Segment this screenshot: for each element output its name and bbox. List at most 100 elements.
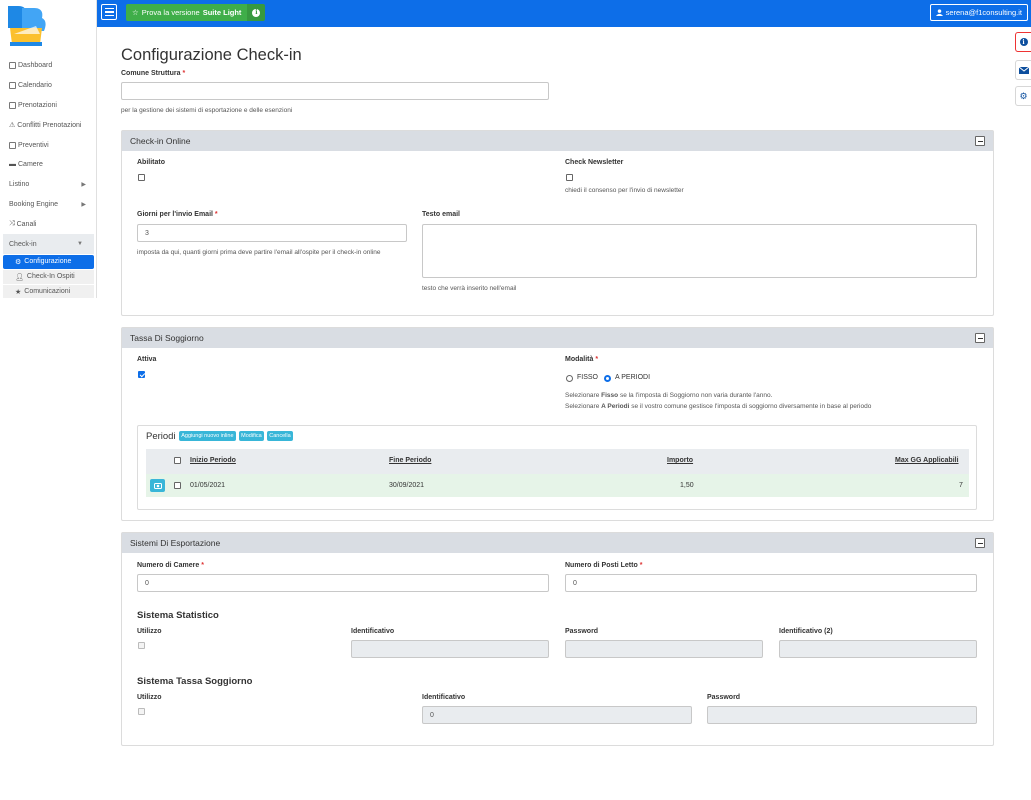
tassa-utilizzo-checkbox[interactable]	[138, 708, 145, 715]
select-all-checkbox[interactable]	[174, 457, 181, 464]
shuffle-icon: ⤨	[9, 220, 15, 228]
delete-button[interactable]: Cancella	[267, 431, 293, 442]
stat-utilizzo-checkbox[interactable]	[138, 642, 145, 649]
trial-text: Prova la versione	[141, 8, 200, 17]
chevron-down-icon: ▼	[77, 241, 83, 248]
page-title: Configurazione Check-in	[121, 46, 302, 64]
dashboard-icon	[9, 62, 16, 70]
sidebar-item-label: Camere	[18, 161, 43, 169]
info-side-button[interactable]: i	[1015, 32, 1031, 52]
stat-password-input[interactable]	[565, 640, 763, 658]
camere-label: Numero di Camere *	[137, 562, 204, 569]
info-icon: i	[1019, 38, 1028, 46]
abilitato-label: Abilitato	[137, 159, 165, 166]
panel-header: Tassa Di Soggiorno	[122, 328, 993, 348]
sidebar-item-label: Check-in	[9, 240, 37, 248]
sidebar-item-camere[interactable]: ▬ Camere	[0, 155, 96, 175]
panel-title: Check-in Online	[130, 136, 191, 146]
top-navbar: ☆ Prova la versione Suite Light i serena…	[97, 0, 1031, 27]
giorni-input[interactable]: 3	[137, 224, 407, 242]
stat-section-title: Sistema Statistico	[137, 610, 219, 621]
giorni-help: imposta da qui, quanti giorni prima deve…	[137, 249, 381, 256]
testo-email-textarea[interactable]	[422, 224, 977, 278]
cell-importo: 1,50	[680, 482, 694, 489]
chevron-right-icon: ▶	[81, 201, 86, 208]
list-icon	[9, 101, 16, 109]
periodi-header: Periodi Aggiungi nuovo inline Modifica C…	[146, 431, 293, 442]
abilitato-checkbox[interactable]	[138, 174, 145, 181]
fisso-radio[interactable]	[566, 375, 573, 382]
sidebar-item-label: Listino	[9, 181, 30, 189]
sidebar-subitem-check-in-ospiti[interactable]: 👤︎ Check-In Ospiti	[3, 269, 94, 284]
fisso-label: FISSO	[577, 374, 599, 381]
panel-title: Tassa Di Soggiorno	[130, 333, 204, 343]
column-max-gg[interactable]: Max GG Applicabili	[895, 457, 959, 464]
sidebar-item-booking-engine[interactable]: Booking Engine ▶	[0, 195, 96, 215]
collapse-button[interactable]	[975, 333, 985, 343]
tassa-ident-input[interactable]: 0	[422, 706, 692, 724]
modalita-label: Modalità *	[565, 356, 599, 363]
sidebar-item-check-in[interactable]: Check-in ▼	[3, 234, 94, 254]
sidebar-item-label: Preventivi	[18, 141, 49, 149]
mail-side-button[interactable]	[1015, 60, 1031, 80]
camera-icon	[153, 483, 162, 489]
periodi-label: A PERIODI	[615, 374, 651, 381]
periodi-title: Periodi	[146, 431, 176, 442]
collapse-button[interactable]	[975, 538, 985, 548]
user-account-button[interactable]: serena@f1consulting.it	[929, 4, 1028, 21]
posti-label: Numero di Posti Letto *	[565, 562, 643, 569]
column-importo[interactable]: Importo	[667, 457, 693, 464]
sidebar-item-calendario[interactable]: Calendario	[0, 76, 96, 96]
info-icon: i	[252, 8, 261, 17]
collapse-button[interactable]	[975, 136, 985, 146]
chevron-right-icon: ▶	[81, 182, 86, 189]
stat-utilizzo-label: Utilizzo	[137, 628, 162, 635]
comune-input[interactable]	[121, 82, 549, 100]
hamburger-menu-button[interactable]	[101, 4, 117, 20]
sidebar-item-canali[interactable]: ⤨ Canali	[0, 214, 96, 234]
sidebar-item-conflitti[interactable]: ⚠ Conflitti Prenotazioni	[0, 115, 96, 135]
user-email: serena@f1consulting.it	[945, 8, 1022, 17]
row-checkbox[interactable]	[174, 482, 181, 489]
sidebar-item-prenotazioni[interactable]: Prenotazioni	[0, 96, 96, 116]
attiva-label: Attiva	[137, 356, 157, 363]
star-icon: ★	[15, 288, 22, 296]
sidebar-item-listino[interactable]: Listino ▶	[0, 175, 96, 195]
document-icon	[9, 141, 16, 149]
posti-input[interactable]: 0	[565, 574, 977, 592]
cell-fine: 30/09/2021	[389, 482, 425, 489]
stat-ident-input[interactable]	[351, 640, 549, 658]
tassa-password-input[interactable]	[707, 706, 977, 724]
sidebar-nav: Dashboard Calendario Prenotazioni ⚠ Confl…	[0, 56, 96, 298]
sidebar-item-label: Canali	[16, 220, 37, 228]
sidebar-item-preventivi[interactable]: Preventivi	[0, 135, 96, 155]
panel-header: Sistemi Di Esportazione	[122, 533, 993, 553]
settings-side-button[interactable]: ⚙	[1015, 86, 1031, 106]
sidebar-item-dashboard[interactable]: Dashboard	[0, 56, 96, 76]
sidebar-subitem-comunicazioni[interactable]: ★ Comunicazioni	[3, 284, 94, 298]
row-edit-button[interactable]	[150, 479, 165, 492]
column-fine[interactable]: Fine Periodo	[389, 457, 431, 464]
sidebar-subitem-configurazione[interactable]: ⚙ Configurazione	[3, 254, 94, 269]
attiva-checkbox[interactable]	[138, 371, 145, 378]
stat-ident-label: Identificativo	[351, 628, 395, 635]
star-icon: ☆	[132, 8, 139, 17]
table-row[interactable]	[146, 474, 969, 497]
modalita-help-fisso: Selezionare Fisso se la l'imposta di Sog…	[565, 392, 773, 399]
testo-email-help: testo che verrà inserito nell'email	[422, 285, 517, 292]
sidebar-item-label: Conflitti Prenotazioni	[17, 121, 82, 129]
trial-suite-light-button[interactable]: ☆ Prova la versione Suite Light i	[126, 4, 266, 21]
newsletter-checkbox[interactable]	[566, 174, 573, 181]
stat-ident2-input[interactable]	[779, 640, 977, 658]
trial-info-button[interactable]: i	[247, 4, 266, 21]
camere-input[interactable]: 0	[137, 574, 549, 592]
periodi-radio[interactable]	[604, 375, 611, 382]
add-inline-button[interactable]: Aggiungi nuovo inline	[179, 431, 236, 442]
sidebar: Dashboard Calendario Prenotazioni ⚠ Confl…	[0, 0, 97, 298]
edit-button[interactable]: Modifica	[239, 431, 264, 442]
trial-button-label[interactable]: ☆ Prova la versione Suite Light	[126, 4, 248, 21]
tassa-password-label: Password	[707, 694, 741, 701]
column-inizio[interactable]: Inizio Periodo	[190, 457, 236, 464]
warning-icon: ⚠	[9, 122, 16, 130]
testo-email-label: Testo email	[422, 211, 460, 218]
